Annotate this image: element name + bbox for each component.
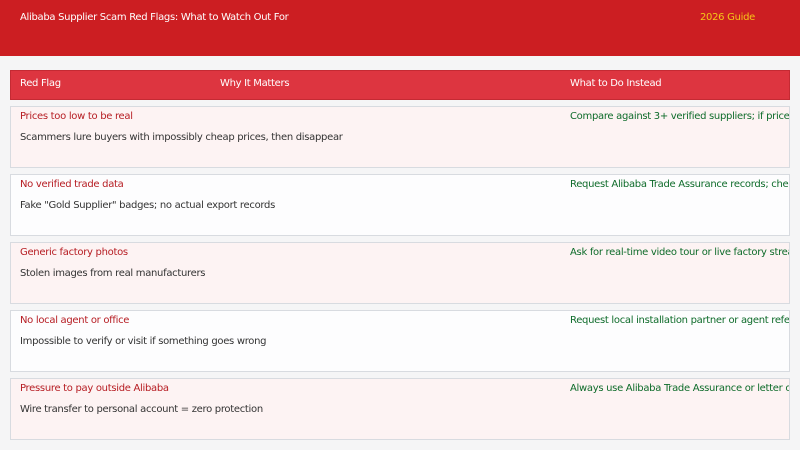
table-row: No local agent or office Impossible to v… bbox=[10, 310, 790, 372]
table-row: Generic factory photos Stolen images fro… bbox=[10, 242, 790, 304]
what-to-do-cell: Always use Alibaba Trade Assurance or le… bbox=[570, 383, 790, 394]
why-it-matters-cell: Fake "Gold Supplier" badges; no actual e… bbox=[20, 200, 275, 211]
header-banner: Alibaba Supplier Scam Red Flags: What to… bbox=[0, 0, 800, 56]
red-flag-cell: Pressure to pay outside Alibaba bbox=[20, 383, 169, 394]
why-it-matters-cell: Stolen images from real manufacturers bbox=[20, 268, 206, 279]
why-it-matters-cell: Wire transfer to personal account = zero… bbox=[20, 404, 263, 415]
table-row: No verified trade data Fake "Gold Suppli… bbox=[10, 174, 790, 236]
red-flag-cell: No local agent or office bbox=[20, 315, 130, 326]
table-row: Prices too low to be real Scammers lure … bbox=[10, 106, 790, 168]
why-it-matters-cell: Scammers lure buyers with impossibly che… bbox=[20, 132, 343, 143]
what-to-do-cell: Request Alibaba Trade Assurance records;… bbox=[570, 179, 790, 190]
red-flag-cell: Prices too low to be real bbox=[20, 111, 133, 122]
why-it-matters-cell: Impossible to verify or visit if somethi… bbox=[20, 336, 267, 347]
column-header-what-to-do: What to Do Instead bbox=[570, 78, 662, 89]
red-flag-cell: No verified trade data bbox=[20, 179, 124, 190]
table-header: Red Flag Why It Matters What to Do Inste… bbox=[10, 70, 790, 100]
what-to-do-cell: Compare against 3+ verified suppliers; i… bbox=[570, 111, 790, 122]
column-header-why-it-matters: Why It Matters bbox=[220, 78, 290, 89]
table-row: Pressure to pay outside Alibaba Wire tra… bbox=[10, 378, 790, 440]
column-header-red-flag: Red Flag bbox=[20, 78, 61, 89]
red-flag-cell: Generic factory photos bbox=[20, 247, 128, 258]
page-title: Alibaba Supplier Scam Red Flags: What to… bbox=[20, 12, 289, 23]
what-to-do-cell: Request local installation partner or ag… bbox=[570, 315, 790, 326]
what-to-do-cell: Ask for real-time video tour or live fac… bbox=[570, 247, 790, 258]
guide-badge: 2026 Guide bbox=[700, 12, 755, 23]
